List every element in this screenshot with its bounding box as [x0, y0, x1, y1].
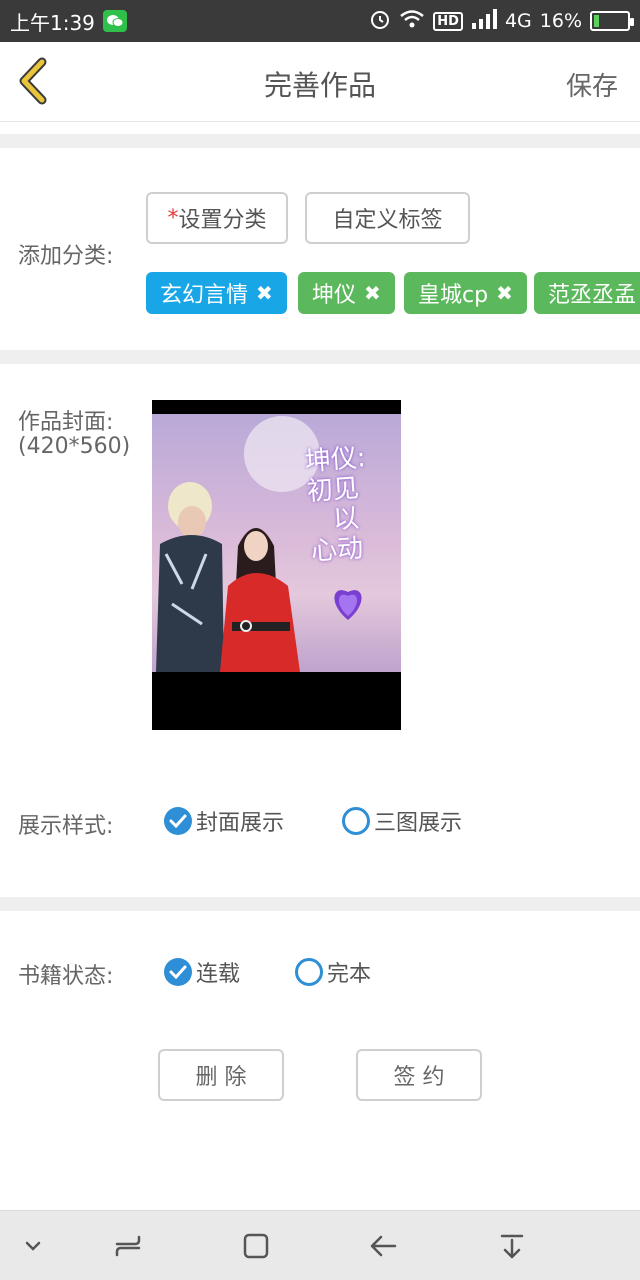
- cover-artwork: 坤仪: 初见 以 心动: [152, 414, 401, 672]
- tag-label: 皇城cp: [418, 283, 489, 308]
- system-nav-bar: [0, 1210, 640, 1280]
- section-divider: [0, 897, 640, 911]
- set-category-button[interactable]: * 设置分类: [146, 192, 288, 244]
- display-style-label: 展示样式:: [18, 814, 114, 839]
- category-tag[interactable]: 玄幻言情 ✖: [146, 272, 287, 314]
- back-nav-icon[interactable]: [369, 1231, 399, 1261]
- cover-art-text: 坤仪: 初见 以 心动: [304, 441, 401, 567]
- radio-unchecked-icon: [342, 807, 370, 835]
- hd-badge: HD: [433, 11, 463, 31]
- save-button[interactable]: 保存: [566, 66, 618, 103]
- category-tag[interactable]: 范丞丞孟: [534, 272, 640, 314]
- category-tag[interactable]: 坤仪 ✖: [298, 272, 395, 314]
- section-divider: [0, 350, 640, 364]
- sign-button[interactable]: 签 约: [356, 1049, 482, 1101]
- network-type: 4G: [504, 10, 532, 32]
- signal-icon: [471, 8, 497, 34]
- header: 完善作品 保存: [0, 42, 640, 122]
- collapse-nav-icon[interactable]: [18, 1231, 48, 1261]
- radio-completed[interactable]: 完本: [295, 956, 371, 988]
- book-status-label: 书籍状态:: [18, 964, 114, 989]
- battery-percent: 16%: [539, 10, 582, 32]
- radio-three-images[interactable]: 三图展示: [342, 805, 462, 837]
- section-divider: [0, 134, 640, 148]
- radio-checked-icon: [164, 807, 192, 835]
- alarm-icon: [369, 8, 391, 35]
- status-time: 上午1:39: [10, 10, 95, 35]
- cover-size-hint: (420*560): [18, 434, 131, 459]
- cover-label: 作品封面:: [18, 410, 114, 435]
- wechat-icon: [102, 10, 127, 32]
- delete-button[interactable]: 删 除: [158, 1049, 284, 1101]
- notification-pull-icon[interactable]: [497, 1231, 527, 1261]
- battery-icon: [590, 11, 634, 31]
- tag-label: 范丞丞孟: [548, 283, 637, 308]
- radio-serializing[interactable]: 连载: [164, 956, 240, 988]
- category-tag[interactable]: 皇城cp ✖: [404, 272, 527, 314]
- remove-tag-icon[interactable]: ✖: [364, 281, 381, 305]
- radio-cover-display[interactable]: 封面展示: [164, 805, 284, 837]
- remove-tag-icon[interactable]: ✖: [256, 281, 273, 305]
- radio-checked-icon: [164, 958, 192, 986]
- custom-tag-button[interactable]: 自定义标签: [305, 192, 470, 244]
- tag-label: 玄幻言情: [160, 283, 249, 308]
- wifi-icon: [399, 9, 425, 34]
- cover-image[interactable]: 坤仪: 初见 以 心动: [152, 400, 401, 730]
- art-text-line: 心动: [310, 533, 365, 567]
- status-bar: 上午1:39 HD 4G 16%: [0, 0, 640, 42]
- required-mark: *: [167, 205, 179, 231]
- set-category-label: 设置分类: [178, 208, 267, 233]
- tag-label: 坤仪: [312, 283, 357, 308]
- radio-label: 完本: [327, 962, 372, 987]
- recent-apps-icon[interactable]: [113, 1231, 143, 1261]
- add-category-label: 添加分类:: [18, 244, 114, 269]
- radio-label: 封面展示: [196, 811, 285, 836]
- home-icon[interactable]: [241, 1231, 271, 1261]
- radio-unchecked-icon: [295, 958, 323, 986]
- radio-label: 连载: [196, 962, 241, 987]
- page-title: 完善作品: [263, 69, 376, 102]
- remove-tag-icon[interactable]: ✖: [496, 281, 513, 305]
- radio-label: 三图展示: [374, 811, 463, 836]
